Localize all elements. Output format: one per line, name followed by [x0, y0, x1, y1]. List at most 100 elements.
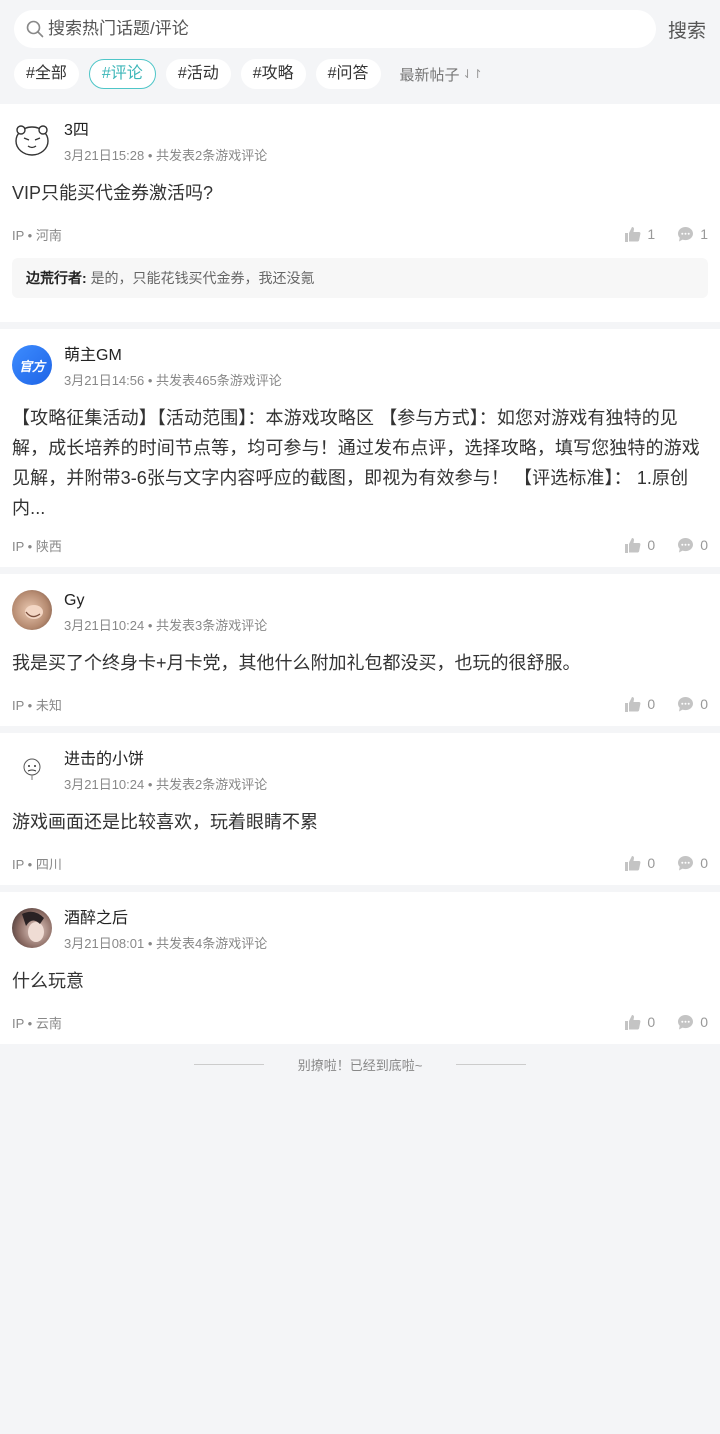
tag-all[interactable]: #全部 — [14, 59, 79, 89]
review-count: 共发表2条游戏评论 — [156, 148, 268, 163]
post-header: 进击的小饼 3月21日10:24 • 共发表2条游戏评论 — [12, 749, 708, 799]
post-meta: 3月21日10:24 • 共发表3条游戏评论 — [64, 618, 268, 633]
post-footer: IP • 陕西 0 0 — [12, 527, 708, 567]
review-count: 共发表4条游戏评论 — [156, 936, 268, 951]
sort-arrows-icon: ⇃↾ — [462, 67, 483, 81]
post-card[interactable]: 3四 3月21日15:28 • 共发表2条游戏评论 VIP只能买代金券激活吗? … — [0, 104, 720, 322]
post-meta: 3月21日10:24 • 共发表2条游戏评论 — [64, 777, 268, 792]
post-content[interactable]: VIP只能买代金券激活吗? — [12, 178, 708, 208]
post-time: 3月21日10:24 — [64, 618, 145, 633]
like-button[interactable]: 0 — [624, 696, 655, 713]
avatar[interactable] — [12, 749, 52, 789]
post-card[interactable]: 官方 萌主GM 3月21日14:56 • 共发表465条游戏评论 【攻略征集活动… — [0, 329, 720, 567]
like-button[interactable]: 0 — [624, 537, 655, 554]
sort-label: 最新帖子 — [399, 66, 460, 84]
post-footer: IP • 未知 0 0 — [12, 686, 708, 726]
sort-button[interactable]: 最新帖子 ⇃↾ — [400, 64, 483, 85]
post-card[interactable]: 进击的小饼 3月21日10:24 • 共发表2条游戏评论 游戏画面还是比较喜欢，… — [0, 733, 720, 885]
post-content[interactable]: 【攻略征集活动】【活动范围】：本游戏攻略区 【参与方式】：如您对游戏有独特的见解… — [12, 403, 708, 523]
review-count: 共发表2条游戏评论 — [156, 777, 268, 792]
like-count: 1 — [647, 226, 656, 242]
comment-bubble-icon — [678, 226, 694, 241]
avatar[interactable] — [12, 908, 52, 948]
user-name[interactable]: Gy — [64, 590, 267, 612]
official-avatar-label: 官方 — [18, 358, 45, 374]
comment-count: 1 — [700, 226, 708, 242]
search-icon — [26, 20, 44, 38]
review-count: 共发表3条游戏评论 — [156, 618, 268, 633]
comment-count: 0 — [700, 855, 708, 871]
post-time: 3月21日15:28 — [64, 148, 145, 163]
ip-location: IP • 未知 — [12, 697, 62, 713]
like-button[interactable]: 0 — [624, 855, 655, 872]
comment-count: 0 — [700, 537, 708, 553]
like-button[interactable]: 0 — [624, 1014, 655, 1031]
post-footer: IP • 四川 0 0 — [12, 845, 708, 885]
end-of-list-indicator: 别撩啦！已经到底啦~ — [0, 1044, 720, 1084]
comment-bubble-icon — [678, 537, 694, 552]
tag-guide[interactable]: #攻略 — [240, 59, 306, 89]
post-time: 3月21日14:56 — [64, 373, 145, 388]
reply-user[interactable]: 边荒行者: — [26, 270, 87, 286]
thumbs-up-icon — [625, 855, 641, 871]
search-button[interactable]: 搜索 — [668, 16, 708, 43]
user-name[interactable]: 3四 — [64, 120, 267, 142]
divider-line — [193, 1063, 264, 1065]
post-header: 酒醉之后 3月21日08:01 • 共发表4条游戏评论 — [12, 908, 708, 958]
post-time: 3月21日08:01 — [64, 936, 145, 951]
comment-button[interactable]: 1 — [677, 226, 708, 243]
ip-location: IP • 陕西 — [12, 538, 62, 554]
post-content[interactable]: 什么玩意 — [12, 966, 708, 996]
tag-filter-row: #全部 #评论 #活动 #攻略 #问答 最新帖子 ⇃↾ — [14, 59, 708, 89]
ip-location: IP • 河南 — [12, 227, 62, 243]
avatar[interactable] — [12, 120, 52, 160]
tag-activity[interactable]: #活动 — [165, 59, 231, 89]
comment-button[interactable]: 0 — [677, 696, 708, 713]
post-footer: IP • 河南 1 1 — [12, 216, 708, 256]
like-count: 0 — [647, 1014, 656, 1030]
post-content[interactable]: 我是买了个终身卡+月卡党，其他什么附加礼包都没买，也玩的很舒服。 — [12, 648, 708, 678]
thumbs-up-icon — [625, 696, 641, 712]
review-count: 共发表465条游戏评论 — [156, 373, 282, 388]
user-name[interactable]: 萌主GM — [64, 345, 282, 367]
reply-preview[interactable]: 边荒行者: 是的，只能花钱买代金券，我还没氪 — [12, 258, 708, 298]
comment-count: 0 — [700, 1014, 708, 1030]
comment-button[interactable]: 0 — [677, 1014, 708, 1031]
post-card[interactable]: Gy 3月21日10:24 • 共发表3条游戏评论 我是买了个终身卡+月卡党，其… — [0, 574, 720, 726]
post-header: 3四 3月21日15:28 • 共发表2条游戏评论 — [12, 120, 708, 170]
comment-bubble-icon — [678, 696, 694, 711]
post-footer: IP • 云南 0 0 — [12, 1004, 708, 1044]
comment-bubble-icon — [678, 1014, 694, 1029]
end-text: 别撩啦！已经到底啦~ — [297, 1057, 423, 1073]
post-content[interactable]: 游戏画面还是比较喜欢，玩着眼睛不累 — [12, 807, 708, 837]
search-box[interactable] — [14, 10, 656, 48]
like-count: 0 — [647, 696, 656, 712]
divider-line — [456, 1063, 527, 1065]
search-input[interactable] — [48, 19, 656, 39]
user-name[interactable]: 进击的小饼 — [64, 749, 267, 771]
top-bar: 搜索 #全部 #评论 #活动 #攻略 #问答 最新帖子 ⇃↾ — [0, 0, 720, 104]
post-meta: 3月21日15:28 • 共发表2条游戏评论 — [64, 148, 268, 163]
comment-bubble-icon — [678, 855, 694, 870]
ip-location: IP • 四川 — [12, 856, 62, 872]
tag-qa[interactable]: #问答 — [315, 59, 381, 89]
like-count: 0 — [647, 855, 656, 871]
post-header: Gy 3月21日10:24 • 共发表3条游戏评论 — [12, 590, 708, 640]
thumbs-up-icon — [625, 1014, 641, 1030]
thumbs-up-icon — [625, 226, 641, 242]
tag-review[interactable]: #评论 — [88, 59, 156, 89]
post-meta: 3月21日08:01 • 共发表4条游戏评论 — [64, 936, 268, 951]
post-header: 官方 萌主GM 3月21日14:56 • 共发表465条游戏评论 — [12, 345, 708, 395]
post-card[interactable]: 酒醉之后 3月21日08:01 • 共发表4条游戏评论 什么玩意 IP • 云南… — [0, 892, 720, 1044]
user-name[interactable]: 酒醉之后 — [64, 908, 267, 930]
ip-location: IP • 云南 — [12, 1015, 62, 1031]
comment-count: 0 — [700, 696, 708, 712]
avatar[interactable]: 官方 — [12, 345, 52, 385]
avatar[interactable] — [12, 590, 52, 630]
thumbs-up-icon — [625, 537, 641, 553]
like-button[interactable]: 1 — [624, 226, 655, 243]
comment-button[interactable]: 0 — [677, 855, 708, 872]
like-count: 0 — [647, 537, 656, 553]
post-time: 3月21日10:24 — [64, 777, 145, 792]
comment-button[interactable]: 0 — [677, 537, 708, 554]
